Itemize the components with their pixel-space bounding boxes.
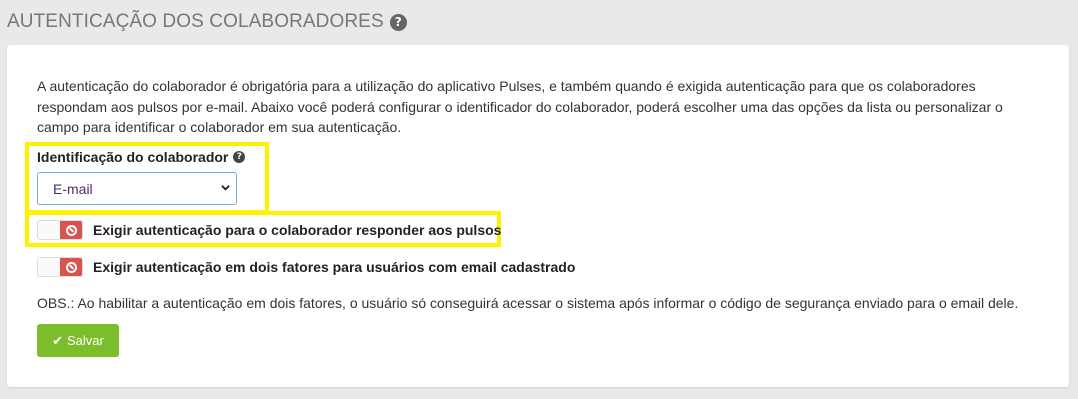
- ban-icon: [65, 224, 77, 236]
- save-button-label: Salvar: [67, 333, 104, 348]
- check-icon: ✔: [52, 332, 64, 348]
- toggle-knob: [38, 221, 60, 239]
- ban-icon: [65, 261, 77, 273]
- identifier-select-value: E-mail: [53, 180, 93, 197]
- toggle-off-state: [60, 221, 82, 239]
- obs-note: OBS.: Ao habilitar a autenticação em doi…: [37, 295, 1019, 311]
- page-title: AUTENTICAÇÃO DOS COLABORADORES ?: [7, 11, 407, 33]
- question-circle-icon[interactable]: ?: [233, 151, 246, 163]
- save-button[interactable]: ✔ Salvar: [37, 324, 119, 357]
- identifier-field-label: Identificação do colaborador ?: [37, 149, 246, 165]
- chevron-down-icon: [221, 185, 230, 191]
- toggle-row-two-factor: Exigir autenticação em dois fatores para…: [37, 257, 575, 277]
- page-title-text: AUTENTICAÇÃO DOS COLABORADORES: [7, 11, 384, 32]
- two-factor-label: Exigir autenticação em dois fatores para…: [93, 259, 576, 275]
- question-circle-icon[interactable]: ?: [389, 13, 407, 31]
- toggle-knob: [38, 258, 60, 276]
- require-auth-toggle[interactable]: [37, 220, 83, 240]
- identifier-select[interactable]: E-mail: [37, 172, 237, 205]
- two-factor-toggle[interactable]: [37, 257, 83, 277]
- identifier-label-text: Identificação do colaborador: [37, 149, 229, 165]
- description-text: A autenticação do colaborador é obrigató…: [37, 78, 1003, 135]
- toggle-off-state: [60, 258, 82, 276]
- require-auth-label: Exigir autenticação para o colaborador r…: [93, 222, 502, 238]
- authentication-card: A autenticação do colaborador é obrigató…: [7, 45, 1069, 387]
- toggle-row-require-auth: Exigir autenticação para o colaborador r…: [37, 220, 501, 240]
